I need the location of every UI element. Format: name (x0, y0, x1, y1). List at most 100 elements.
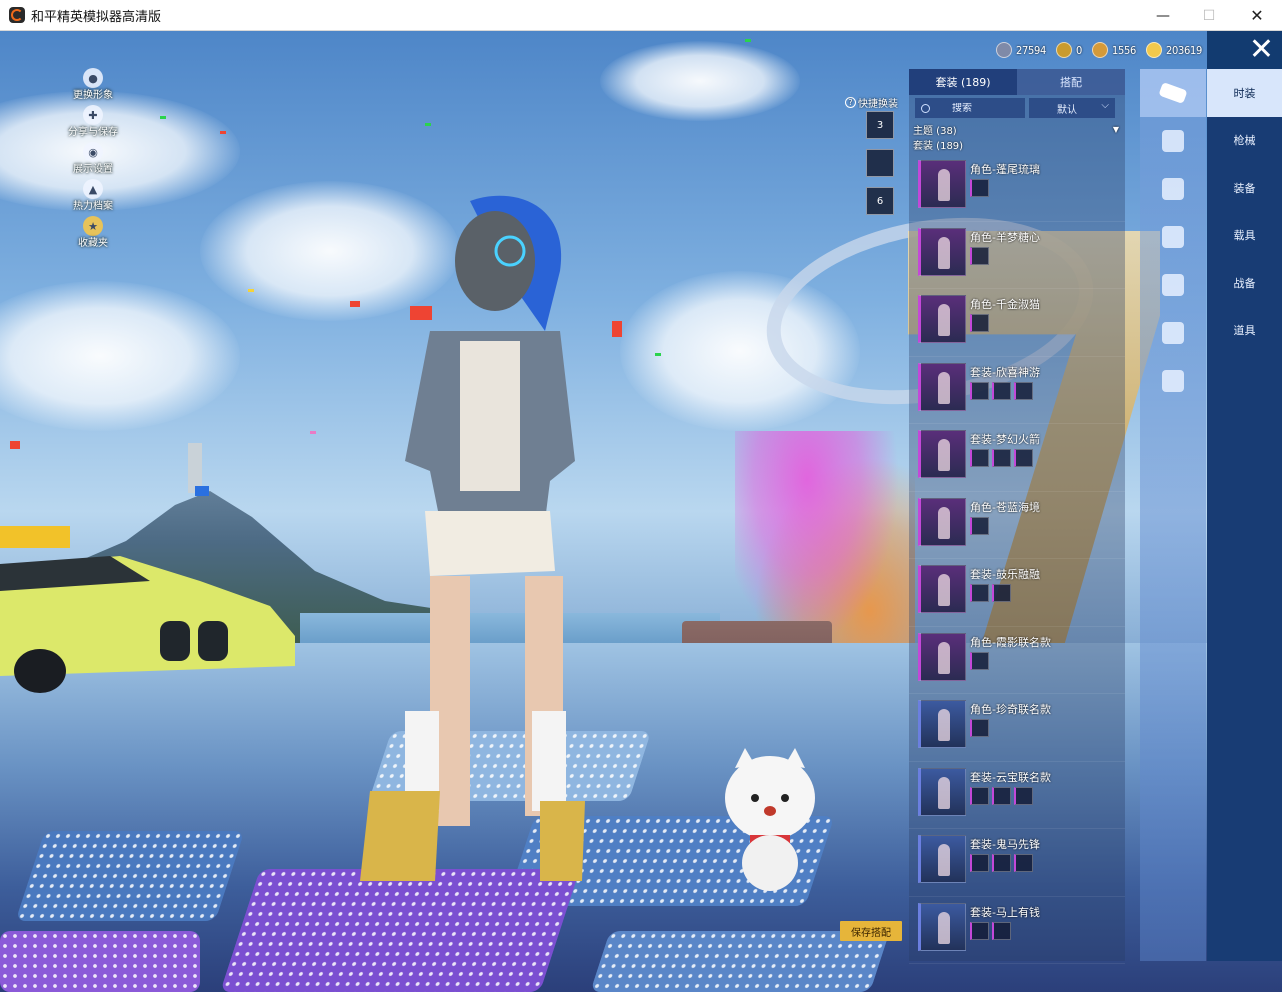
outfit-part-icon[interactable] (970, 921, 989, 940)
outfit-part-icon[interactable] (970, 584, 989, 602)
outfit-item[interactable]: 角色-千金淑猫 (909, 289, 1125, 357)
quick-switch[interactable]: ? 快捷换装 (845, 95, 898, 110)
outfit-item[interactable]: 套装-云宝联名款 (909, 762, 1125, 829)
outfit-item[interactable]: 套装-鬼马先锋 (909, 829, 1125, 897)
outfit-item[interactable]: 套装-鼓乐融融 (909, 559, 1125, 627)
tab-suits[interactable]: 套装 (189) (909, 69, 1017, 95)
outfit-item[interactable]: 套装-马上有钱 (909, 897, 1125, 964)
favorites-button[interactable]: ★ 收藏夹 (58, 216, 128, 253)
theme-group-label: 主题 (38) (913, 126, 957, 137)
outfit-item[interactable]: 角色-苍蓝海境 (909, 492, 1125, 559)
outfit-item[interactable]: 套装-梦幻火箭 (909, 424, 1125, 492)
subcategory-jacket[interactable] (1140, 261, 1206, 309)
category-vehicles[interactable]: 载具 (1207, 212, 1282, 260)
outfit-name: 套装-马上有钱 (970, 905, 1040, 919)
outfit-thumbnail (918, 430, 966, 478)
category-column: 时装 枪械 装备 载具 战备 道具 (1207, 69, 1282, 961)
cloud (600, 41, 800, 121)
outfit-part-icon[interactable] (970, 516, 989, 535)
sort-dropdown[interactable]: 默认 ⌵ (1029, 98, 1115, 118)
confetti (310, 431, 316, 434)
emulator-window: 和平精英模拟器高清版 — ☐ ✕ ● 更换形象 ✚ 分享与保存 ◉ 展示设置 ▲… (0, 0, 1282, 992)
outfit-part-icon[interactable] (970, 786, 989, 805)
currency-value: 203619 (1165, 43, 1202, 57)
outfit-part-icon[interactable] (992, 854, 1011, 872)
outfit-part-icon[interactable] (970, 719, 989, 737)
menu-label: 热力档案 (73, 201, 113, 212)
search-box[interactable] (915, 98, 1025, 118)
quick-slot[interactable] (866, 149, 894, 177)
heat-profile-button[interactable]: ▲ 热力档案 (58, 179, 128, 216)
outfit-part-icon[interactable] (970, 314, 989, 332)
quick-slot-number: 6 (876, 195, 884, 207)
outfit-parts (970, 921, 1014, 940)
player-character[interactable] (360, 191, 610, 891)
outfit-part-icon[interactable] (970, 381, 989, 400)
search-input[interactable] (952, 102, 1012, 114)
chevron-down-icon: ⌵ (1101, 100, 1109, 111)
subcategory-backpack[interactable] (1140, 309, 1206, 357)
quick-slot-number: 3 (876, 119, 884, 131)
outfit-thumbnail (918, 497, 966, 546)
outfit-part-icon[interactable] (992, 381, 1011, 400)
subcategory-outfit[interactable] (1140, 69, 1206, 117)
menu-label: 收藏夹 (78, 238, 108, 249)
category-war-prep[interactable]: 战备 (1207, 259, 1282, 307)
quick-slot[interactable]: 6 (866, 187, 894, 215)
outfit-item[interactable]: 角色-珍奇联名款 (909, 694, 1125, 762)
share-save-button[interactable]: ✚ 分享与保存 (58, 105, 128, 142)
floor-tile (15, 831, 245, 921)
outfit-item[interactable]: 角色-霞影联名款 (909, 627, 1125, 694)
sort-value: 默认 (1057, 104, 1077, 116)
outfit-part-icon[interactable] (992, 786, 1011, 805)
silver-coin-icon (996, 42, 1012, 58)
theme-group[interactable]: 主题 (38) ▼ (909, 122, 1125, 137)
category-equipment[interactable]: 装备 (1207, 164, 1282, 212)
currency-value: 1556 (1111, 43, 1136, 57)
outfit-part-icon[interactable] (970, 246, 989, 265)
maximize-button[interactable]: ☐ (1186, 0, 1232, 31)
outfit-item[interactable]: 套装-欣喜神游 (909, 357, 1125, 424)
suit-group[interactable]: 套装 (189) (909, 137, 1125, 152)
outfit-part-icon[interactable] (992, 921, 1011, 940)
outfit-part-icon[interactable] (992, 449, 1011, 467)
close-window-button[interactable]: ✕ (1234, 0, 1280, 31)
glove-icon (1162, 370, 1184, 392)
minimize-button[interactable]: — (1140, 0, 1186, 31)
outfit-part-icon[interactable] (992, 584, 1011, 602)
outfit-part-icon[interactable] (1014, 854, 1033, 872)
subcategory-shoe[interactable] (1140, 165, 1206, 213)
display-settings-button[interactable]: ◉ 展示设置 (58, 142, 128, 179)
outfit-part-icon[interactable] (1014, 381, 1033, 400)
subcategory-hat[interactable] (1140, 117, 1206, 165)
confetti (248, 289, 254, 292)
category-items[interactable]: 道具 (1207, 307, 1282, 355)
outfit-part-icon[interactable] (970, 651, 989, 670)
save-outfit-button[interactable]: 保存搭配 (840, 921, 902, 941)
outfit-thumbnail (918, 767, 966, 816)
pet-cat[interactable] (720, 743, 820, 893)
outfit-name: 套装-欣喜神游 (970, 365, 1040, 379)
yellow-car (0, 526, 295, 693)
subcategory-glove[interactable] (1140, 357, 1206, 405)
outfit-part-icon[interactable] (1014, 449, 1033, 467)
outfit-item[interactable]: 角色-蓬尾琉璃 (909, 154, 1125, 222)
outfit-part-icon[interactable] (1014, 786, 1033, 805)
subcategory-mask[interactable] (1140, 213, 1206, 261)
menu-label: 更换形象 (73, 90, 113, 101)
confetti (425, 123, 431, 126)
category-firearms[interactable]: 枪械 (1207, 117, 1282, 165)
tab-combos[interactable]: 搭配 (1017, 69, 1125, 95)
outfit-item[interactable]: 角色-羊梦糖心 (909, 222, 1125, 289)
title-bar: 和平精英模拟器高清版 — ☐ ✕ (0, 0, 1282, 31)
quick-slot[interactable]: 3 (866, 111, 894, 139)
change-appearance-button[interactable]: ● 更换形象 (58, 68, 128, 105)
confetti (220, 131, 226, 134)
close-panel-button[interactable]: ✕ (1207, 31, 1282, 69)
category-fashion[interactable]: 时装 (1207, 69, 1282, 117)
outfit-thumbnail (918, 902, 966, 951)
app-logo-icon (9, 7, 25, 23)
outfit-part-icon[interactable] (970, 449, 989, 467)
outfit-part-icon[interactable] (970, 179, 989, 197)
outfit-part-icon[interactable] (970, 854, 989, 872)
